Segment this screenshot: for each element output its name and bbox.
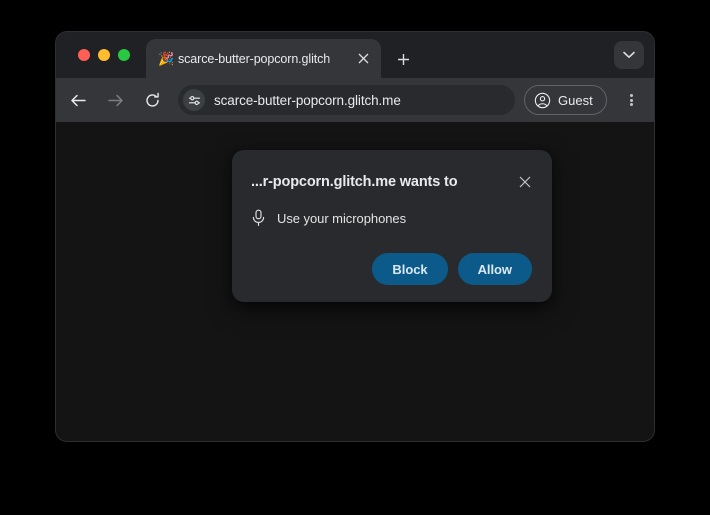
reload-button[interactable]: [137, 85, 167, 115]
forward-arrow-icon: [107, 94, 123, 106]
tune-sliders-icon[interactable]: [183, 89, 205, 111]
block-button[interactable]: Block: [372, 253, 448, 285]
browser-tab-active[interactable]: 🎉 scarce-butter-popcorn.glitch: [146, 39, 381, 78]
window-traffic-lights: [78, 49, 130, 61]
address-bar[interactable]: scarce-butter-popcorn.glitch.me: [178, 85, 515, 115]
browser-toolbar: scarce-butter-popcorn.glitch.me Guest: [56, 78, 654, 122]
address-bar-url: scarce-butter-popcorn.glitch.me: [214, 92, 401, 108]
account-circle-icon: [534, 92, 551, 108]
new-tab-button[interactable]: [389, 45, 417, 73]
microphone-permission-dialog: ...r-popcorn.glitch.me wants to Use your…: [232, 150, 552, 302]
tab-title-wrap: scarce-butter-popcorn.glitch: [178, 49, 351, 68]
permission-row: Use your microphones: [232, 193, 552, 227]
reload-icon: [145, 92, 159, 107]
profile-label: Guest: [558, 92, 593, 108]
allow-button[interactable]: Allow: [457, 253, 532, 285]
forward-button: [100, 85, 130, 115]
screenshot-root: 🎉 scarce-butter-popcorn.glitch scarce-bu…: [0, 0, 710, 515]
close-window-button[interactable]: [78, 49, 90, 61]
maximize-window-button[interactable]: [118, 49, 130, 61]
minimize-window-button[interactable]: [98, 49, 110, 61]
tab-title: scarce-butter-popcorn.glitch: [178, 51, 331, 66]
profile-button[interactable]: Guest: [524, 85, 607, 115]
microphone-icon: [252, 209, 265, 226]
tab-close-icon[interactable]: [351, 47, 375, 71]
dialog-actions: Block Allow: [372, 253, 532, 285]
chevron-down-icon: [623, 51, 635, 58]
dialog-close-icon[interactable]: [514, 171, 536, 193]
tab-search-button[interactable]: [614, 41, 644, 69]
tab-strip: 🎉 scarce-butter-popcorn.glitch: [56, 32, 654, 78]
permission-text: Use your microphones: [277, 210, 407, 226]
browser-window: 🎉 scarce-butter-popcorn.glitch scarce-bu…: [56, 32, 654, 441]
dialog-header: ...r-popcorn.glitch.me wants to: [232, 150, 552, 193]
three-dot-menu-icon[interactable]: [616, 85, 646, 115]
back-arrow-icon: [70, 94, 86, 106]
back-button[interactable]: [63, 85, 93, 115]
party-popper-favicon: 🎉: [158, 51, 175, 66]
dialog-title: ...r-popcorn.glitch.me wants to: [251, 174, 458, 190]
